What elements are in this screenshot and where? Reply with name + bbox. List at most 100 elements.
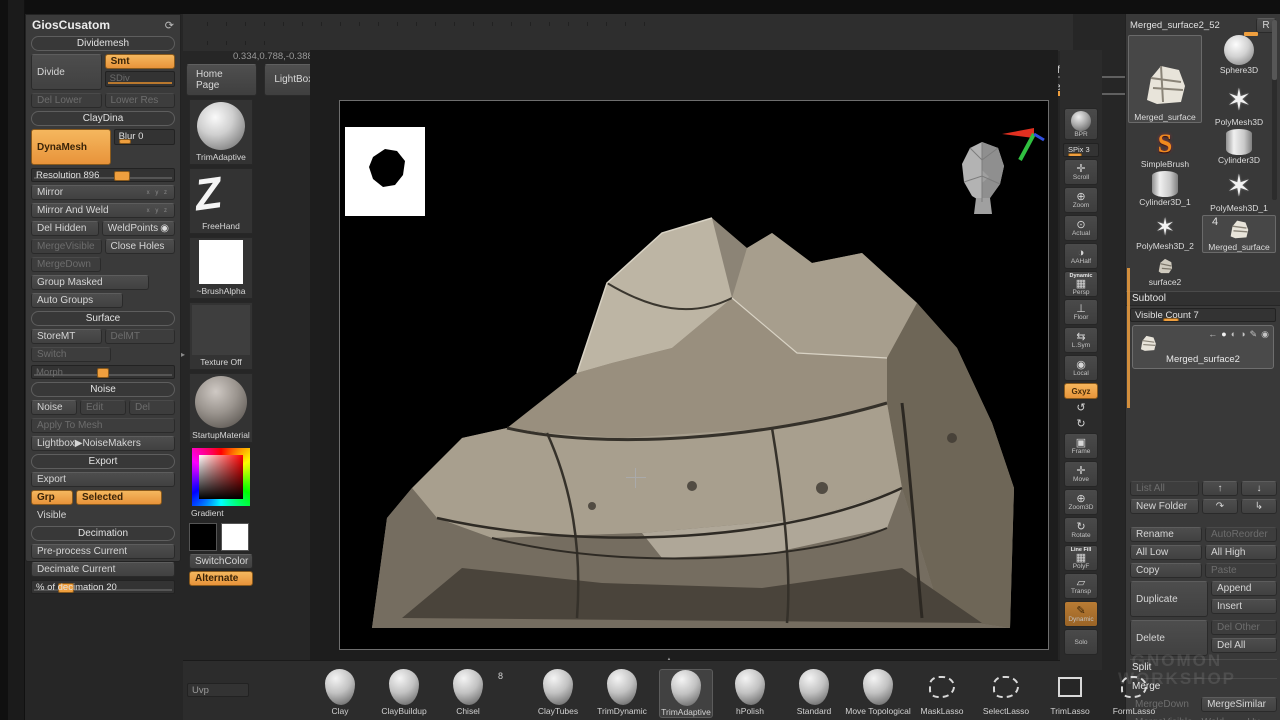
brush-item[interactable]: TrimLasso — [1043, 669, 1097, 716]
noise-button[interactable]: Noise — [31, 400, 77, 415]
switch-button[interactable]: Switch — [31, 347, 111, 362]
move-up-button[interactable]: ↑ — [1202, 481, 1238, 496]
menu-item[interactable] — [284, 22, 303, 26]
visible-button[interactable]: Visible — [31, 508, 91, 523]
menu-item[interactable] — [360, 22, 379, 26]
current-brush-thumb[interactable]: TrimAdaptive — [189, 99, 253, 165]
menu-item[interactable] — [626, 22, 645, 26]
section-decimation[interactable]: Decimation — [31, 526, 175, 541]
blur-slider[interactable]: Blur 0 — [114, 129, 175, 145]
smt-button[interactable]: Smt — [105, 54, 175, 69]
grp-button[interactable]: Grp — [31, 490, 73, 505]
menu-item[interactable] — [398, 22, 417, 26]
noise-del-button[interactable]: Del — [129, 400, 175, 415]
delmt-button[interactable]: DelMT — [105, 329, 176, 344]
shelf-button[interactable]: Dynamic ▦ Persp — [1064, 271, 1098, 297]
all-low-button[interactable]: All Low — [1130, 545, 1202, 560]
mirror-button[interactable]: Mirrorx y z — [31, 185, 175, 200]
del-lower-button[interactable]: Del Lower — [31, 93, 102, 108]
section-noise[interactable]: Noise — [31, 382, 175, 397]
move-down-button[interactable]: ↓ — [1241, 481, 1277, 496]
half-visibility-icon[interactable]: ◐ — [1231, 329, 1236, 340]
brush-item[interactable]: Move Topological — [851, 669, 905, 716]
storemt-button[interactable]: StoreMT — [31, 329, 102, 344]
menu-item[interactable] — [474, 22, 493, 26]
refresh-icon[interactable]: ⟳ — [165, 19, 174, 32]
decimation-percent-slider[interactable]: % of decimation 20 — [31, 580, 175, 594]
menu-item[interactable] — [512, 22, 531, 26]
menu-item[interactable] — [341, 22, 360, 26]
folder-insert-button[interactable]: ↳ — [1241, 499, 1277, 514]
group-masked-button[interactable]: Group Masked — [31, 275, 149, 290]
menu-item[interactable] — [227, 41, 246, 45]
menu-item[interactable] — [189, 41, 208, 45]
subtool-scrollbar[interactable] — [1127, 268, 1130, 408]
copy-button[interactable]: Copy — [1130, 563, 1202, 578]
menu-item[interactable] — [531, 22, 550, 26]
polypaint-brush-icon[interactable]: ✎ — [1250, 329, 1258, 340]
autoreorder-button[interactable]: AutoReorder — [1205, 527, 1277, 542]
brush-item[interactable]: MaskLasso — [915, 669, 969, 716]
shelf-button[interactable]: ▱ Transp — [1064, 573, 1098, 599]
visibility-toggle-icon[interactable]: ● — [1221, 329, 1226, 340]
brush-item[interactable]: hPolish — [723, 669, 777, 716]
shelf-button[interactable]: ⊕ Zoom3D — [1064, 489, 1098, 515]
folder-redo-button[interactable]: ↷ — [1202, 499, 1238, 514]
menu-item[interactable] — [265, 22, 284, 26]
shelf-button[interactable]: ⊥ Floor — [1064, 299, 1098, 325]
brush-item[interactable]: ClayTubes — [531, 669, 585, 716]
tool-thumb-cylinder3d[interactable]: Cylinder3D — [1202, 129, 1276, 169]
divide-button[interactable]: Divide — [31, 54, 102, 90]
current-texture-thumb[interactable]: Texture Off — [189, 302, 253, 370]
close-holes-button[interactable]: Close Holes — [105, 239, 176, 254]
duplicate-button[interactable]: Duplicate — [1130, 581, 1208, 617]
secondary-color-swatch[interactable] — [221, 523, 249, 551]
paste-button[interactable]: Paste — [1205, 563, 1277, 578]
shelf-button[interactable]: ✎ Dynamic — [1064, 601, 1098, 627]
resolution-slider[interactable]: Resolution 896 — [31, 168, 175, 182]
shelf-button[interactable]: ↻ — [1064, 417, 1098, 431]
alternate-button[interactable]: Alternate — [189, 571, 253, 586]
menu-item[interactable] — [322, 22, 341, 26]
export-button[interactable]: Export — [31, 472, 175, 487]
uvp-field[interactable]: Uvp — [187, 683, 249, 697]
shelf-button[interactable]: ↻ Rotate — [1064, 517, 1098, 543]
brush-item[interactable]: Standard — [787, 669, 841, 716]
del-other-button[interactable]: Del Other — [1211, 620, 1277, 635]
shelf-button[interactable]: ↺ — [1064, 401, 1098, 415]
tool-thumb-simplebrush[interactable]: S SimpleBrush — [1128, 129, 1202, 169]
uv-button[interactable]: Uv — [1242, 715, 1277, 720]
subtool-item[interactable]: ← ● ◐ ◑ ✎ ◉ Merged_surface2 — [1132, 325, 1274, 369]
brush-item[interactable]: ClayBuildup — [377, 669, 431, 716]
color-gradient-icon[interactable] — [192, 448, 250, 506]
menu-item[interactable] — [379, 22, 398, 26]
weldpoints-button[interactable]: WeldPoints◉ — [102, 221, 175, 236]
brush-item[interactable]: Clay — [313, 669, 367, 716]
selected-button[interactable]: Selected — [76, 490, 162, 505]
decimate-current-button[interactable]: Decimate Current — [31, 562, 175, 577]
menu-item[interactable] — [607, 22, 626, 26]
shelf-button[interactable]: ◉ Local — [1064, 355, 1098, 381]
menu-item[interactable] — [227, 22, 246, 26]
menu-item[interactable] — [493, 22, 512, 26]
mirror-and-weld-button[interactable]: Mirror And Weldx y z — [31, 203, 175, 218]
list-all-button[interactable]: List All — [1130, 481, 1199, 496]
insert-button[interactable]: Insert — [1211, 599, 1277, 614]
eye-icon[interactable]: ◉ — [1261, 329, 1269, 340]
shelf-button[interactable]: ◑ AAHalf — [1064, 243, 1098, 269]
current-stroke-thumb[interactable]: Z FreeHand — [189, 168, 253, 234]
lightbox-noisemakers-button[interactable]: Lightbox▶NoiseMakers — [31, 436, 175, 451]
menu-item[interactable] — [303, 22, 322, 26]
menu-item[interactable] — [550, 22, 569, 26]
spix-slider[interactable]: SPix 3 — [1063, 143, 1099, 157]
tool-thumb-surface2[interactable]: surface2 — [1128, 255, 1202, 287]
home-page-button[interactable]: Home Page — [186, 64, 257, 96]
new-folder-button[interactable]: New Folder — [1130, 499, 1199, 514]
menu-item[interactable] — [189, 22, 208, 26]
append-button[interactable]: Append — [1211, 581, 1277, 596]
menu-item[interactable] — [455, 22, 474, 26]
shelf-button[interactable]: ⊙ Actual — [1064, 215, 1098, 241]
tool-thumb-merged-surface[interactable]: Merged_surface — [1128, 35, 1202, 123]
section-export[interactable]: Export — [31, 454, 175, 469]
subtool-header[interactable]: Subtool — [1126, 291, 1280, 306]
